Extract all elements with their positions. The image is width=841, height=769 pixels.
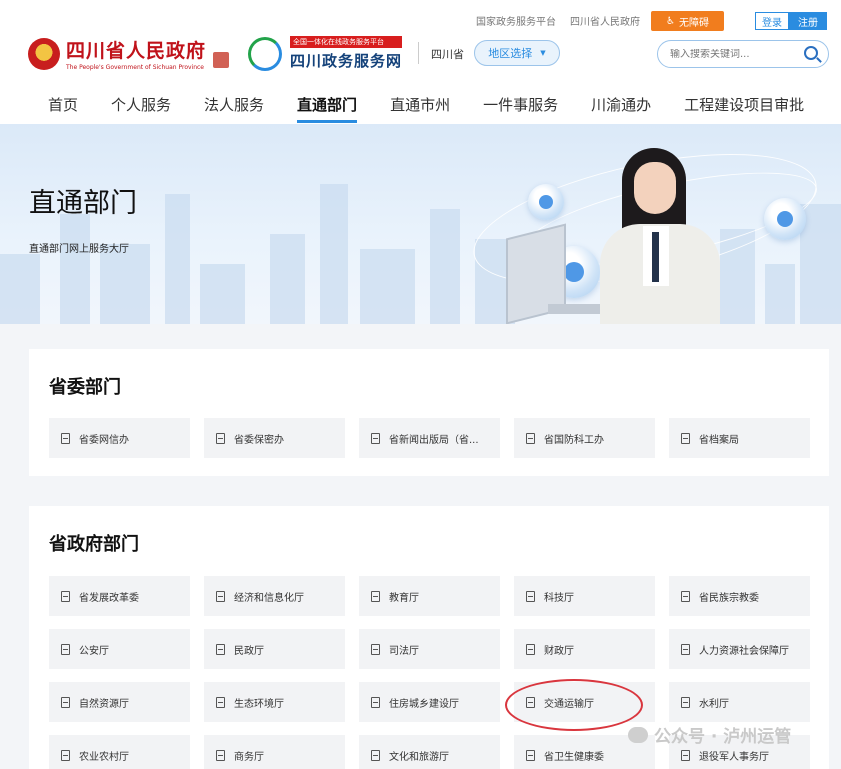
bookmark-icon [371, 643, 380, 655]
page-title: 直通部门 [29, 188, 137, 219]
bookmark-icon [216, 643, 225, 655]
bookmark-icon [526, 643, 535, 655]
nav-item-departments[interactable]: 直通部门 [297, 94, 358, 123]
nav-item-legal-person[interactable]: 法人服务 [204, 94, 264, 121]
bookmark-icon [681, 696, 690, 708]
header-divider [418, 42, 419, 64]
nav-item-one-thing[interactable]: 一件事服务 [483, 94, 558, 121]
bookmark-icon [371, 696, 380, 708]
department-tile[interactable]: 省民族宗教委 [669, 576, 810, 616]
department-tile[interactable]: 自然资源厅 [49, 682, 190, 722]
bookmark-icon [61, 749, 70, 761]
bookmark-icon [681, 432, 690, 444]
portal-logo[interactable]: 全国一体化在线政务服务平台 四川政务服务网 [248, 36, 403, 71]
department-tile[interactable]: 科技厅 [514, 576, 655, 616]
department-tile[interactable]: 经济和信息化厅 [204, 576, 345, 616]
department-tile[interactable]: 住房城乡建设厅 [359, 682, 500, 722]
portal-leaf-icon [248, 36, 282, 71]
department-tile[interactable]: 司法厅 [359, 629, 500, 669]
national-emblem-icon [28, 37, 60, 70]
login-button[interactable]: 登录 [755, 12, 789, 30]
caret-down-icon: ▼ [540, 49, 546, 57]
search-input[interactable] [670, 48, 800, 60]
gov-logo[interactable]: 四川省人民政府 The People's Government of Sichu… [28, 36, 206, 71]
department-tile[interactable]: 省委保密办 [204, 418, 345, 458]
watermark-text: 公众号 · 泸州运管 [654, 727, 792, 747]
portal-tagline: 全国一体化在线政务服务平台 [290, 36, 403, 48]
watermark: 公众号 · 泸州运管 [628, 722, 791, 747]
page-banner: 直通部门 直通部门网上服务大厅 [0, 124, 841, 324]
auth-group: 登录 注册 [755, 12, 827, 30]
highlight-annotation [505, 679, 643, 731]
bookmark-icon [526, 749, 535, 761]
section-provincial-committee: 省委部门 省委网信办 省委保密办 省新闻出版局（省... 省国防科工办 省档案局 [29, 349, 829, 476]
search-box [657, 40, 829, 68]
department-tile[interactable]: 省发展改革委 [49, 576, 190, 616]
main-nav: 首页 个人服务 法人服务 直通部门 直通市州 一件事服务 川渝通办 工程建设项目… [48, 94, 804, 123]
bookmark-icon [526, 590, 535, 602]
department-tile[interactable]: 商务厅 [204, 735, 345, 769]
bookmark-icon [61, 643, 70, 655]
department-tile[interactable]: 省新闻出版局（省... [359, 418, 500, 458]
bookmark-icon [216, 749, 225, 761]
bookmark-icon [216, 590, 225, 602]
top-link-national-platform[interactable]: 国家政务服务平台 [476, 13, 556, 28]
bookmark-icon [371, 749, 380, 761]
top-link-provincial-gov[interactable]: 四川省人民政府 [570, 13, 640, 28]
gov-name-en: The People's Government of Sichuan Provi… [66, 64, 204, 71]
department-tile[interactable]: 省国防科工办 [514, 418, 655, 458]
gov-name: 四川省人民政府 [66, 40, 207, 62]
bookmark-icon [61, 590, 70, 602]
department-tile[interactable]: 省档案局 [669, 418, 810, 458]
heart-bubble-icon [764, 198, 806, 240]
nav-item-cities[interactable]: 直通市州 [390, 94, 450, 121]
nav-item-personal[interactable]: 个人服务 [111, 94, 171, 121]
bookmark-icon [61, 696, 70, 708]
top-links: 国家政务服务平台 四川省人民政府 [476, 13, 640, 28]
nav-item-construction[interactable]: 工程建设项目审批 [684, 94, 804, 121]
department-tile[interactable]: 教育厅 [359, 576, 500, 616]
nav-item-home[interactable]: 首页 [48, 94, 78, 121]
department-tile[interactable]: 文化和旅游厅 [359, 735, 500, 769]
department-tile[interactable]: 水利厅 [669, 682, 810, 722]
department-tile[interactable]: 财政厅 [514, 629, 655, 669]
department-tile[interactable]: 公安厅 [49, 629, 190, 669]
section-title: 省委部门 [49, 377, 121, 398]
wheelchair-icon: ♿ [666, 15, 675, 27]
region-select-label: 地区选择 [488, 47, 533, 60]
bookmark-icon [371, 590, 380, 602]
bookmark-icon [681, 643, 690, 655]
accessibility-label: 无障碍 [678, 17, 709, 29]
register-button[interactable]: 注册 [789, 12, 827, 30]
section-title: 省政府部门 [49, 534, 139, 555]
seal-icon [213, 52, 229, 68]
nav-item-chuanyu[interactable]: 川渝通办 [591, 94, 651, 121]
bookmark-icon [526, 432, 535, 444]
bookmark-icon [681, 590, 690, 602]
department-grid: 省委网信办 省委保密办 省新闻出版局（省... 省国防科工办 省档案局 [49, 418, 810, 458]
department-tile[interactable]: 生态环境厅 [204, 682, 345, 722]
accessibility-button[interactable]: ♿ 无障碍 [651, 11, 724, 31]
bookmark-icon [681, 749, 690, 761]
bookmark-icon [216, 696, 225, 708]
current-province: 四川省 [431, 48, 464, 61]
bookmark-icon [61, 432, 70, 444]
page-subtitle: 直通部门网上服务大厅 [29, 244, 129, 255]
bookmark-icon [371, 432, 380, 444]
clock-bubble-icon [528, 184, 564, 220]
portal-name: 四川政务服务网 [290, 52, 403, 70]
bookmark-icon [216, 432, 225, 444]
department-tile[interactable]: 民政厅 [204, 629, 345, 669]
site-header: 国家政务服务平台 四川省人民政府 ♿ 无障碍 登录 注册 四川省人民政府 The… [0, 0, 841, 124]
search-icon[interactable] [804, 46, 818, 60]
department-tile[interactable]: 省委网信办 [49, 418, 190, 458]
department-tile[interactable]: 农业农村厅 [49, 735, 190, 769]
department-tile[interactable]: 人力资源社会保障厅 [669, 629, 810, 669]
region-select[interactable]: 地区选择 ▼ [474, 40, 560, 66]
wechat-icon [628, 726, 648, 743]
